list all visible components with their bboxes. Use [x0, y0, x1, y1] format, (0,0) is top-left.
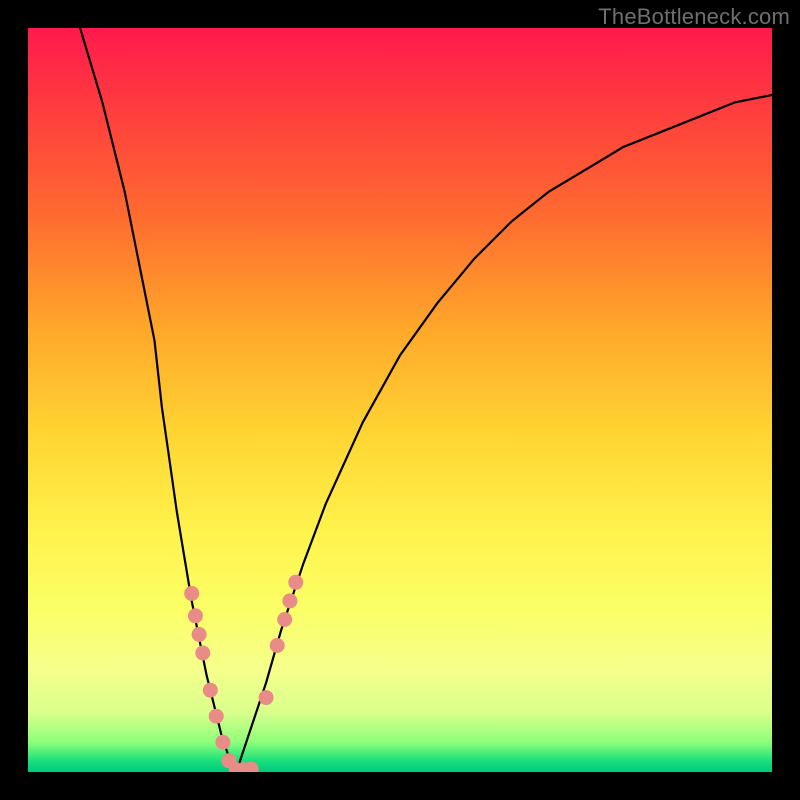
chart-frame: TheBottleneck.com	[0, 0, 800, 800]
watermark-text: TheBottleneck.com	[598, 4, 790, 30]
salmon-dot	[288, 575, 303, 590]
salmon-dot	[209, 709, 224, 724]
salmon-dot	[259, 690, 274, 705]
salmon-dot	[282, 593, 297, 608]
right-curve	[236, 95, 772, 772]
salmon-dot	[192, 627, 207, 642]
left-curve	[80, 28, 236, 772]
salmon-dot	[203, 683, 218, 698]
salmon-dot	[184, 586, 199, 601]
salmon-dots-group	[184, 575, 303, 772]
salmon-dot	[195, 646, 210, 661]
curve-layer	[28, 28, 772, 772]
salmon-dot	[188, 608, 203, 623]
salmon-dot	[277, 612, 292, 627]
salmon-dot	[270, 638, 285, 653]
salmon-dot	[215, 735, 230, 750]
plot-area	[28, 28, 772, 772]
